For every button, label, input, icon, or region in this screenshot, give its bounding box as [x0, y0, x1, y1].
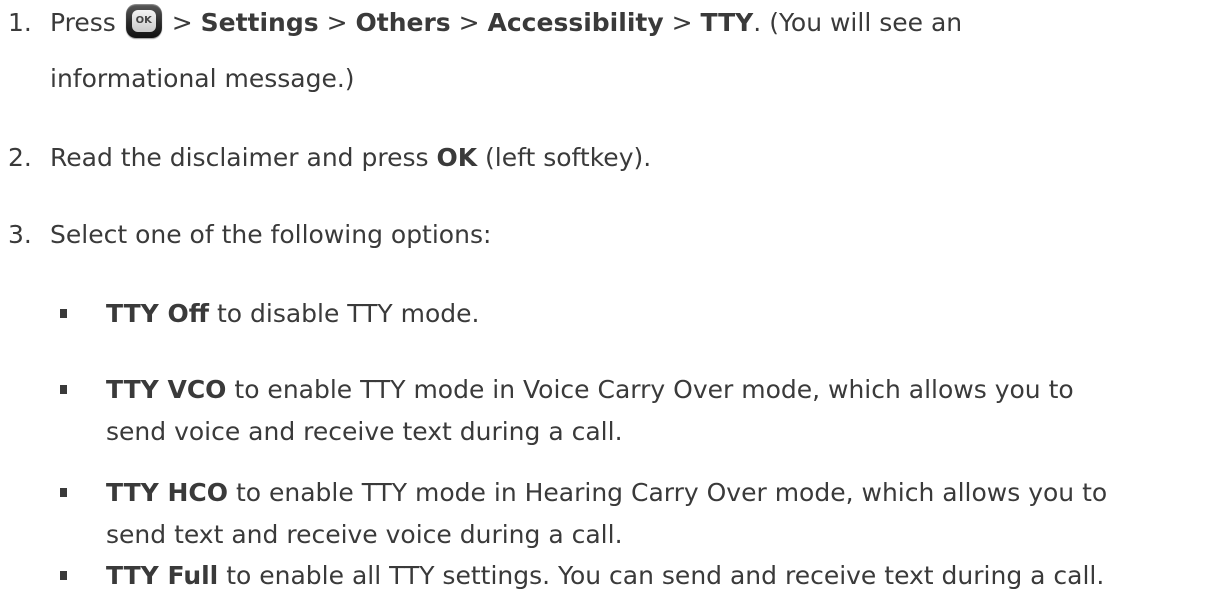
press-word: Press [50, 8, 116, 37]
bullet-icon [60, 571, 67, 580]
menu-settings: Settings [200, 8, 319, 37]
step-2-text-after: (left softkey). [485, 143, 652, 172]
step-number: 1. [8, 8, 32, 37]
option-description: to enable TTY mode in Voice Carry Over m… [234, 375, 1074, 404]
option-description-continued: send text and receive voice during a cal… [106, 520, 623, 549]
step-number: 2. [8, 143, 32, 172]
menu-tty: TTY [700, 8, 754, 37]
path-separator: > [326, 8, 348, 37]
bullet-icon [60, 385, 67, 394]
path-separator: > [171, 8, 193, 37]
bullet-icon [60, 309, 67, 318]
step-text: Read the disclaimer and press OK (left s… [50, 135, 1200, 181]
ok-key-label: OK [131, 10, 156, 32]
option-text: TTY Off to disable TTY mode. [106, 291, 1200, 337]
step-1-continued: informational message.) [50, 64, 355, 93]
option-description-continued: send voice and receive text during a cal… [106, 417, 623, 446]
ok-key-icon: OK [125, 4, 162, 38]
option-text: TTY Full to enable all TTY settings. You… [106, 553, 1200, 599]
ok-softkey-label: OK [436, 143, 478, 172]
option-label: TTY HCO [106, 478, 229, 507]
path-separator: > [671, 8, 693, 37]
option-description: to enable all TTY settings. You can send… [226, 561, 1105, 590]
option-description: to disable TTY mode. [216, 299, 480, 328]
option-label: TTY VCO [106, 375, 227, 404]
option-label: TTY Off [106, 299, 209, 328]
step-1-trailing-text: . (You will see an [753, 8, 963, 37]
option-text: TTY HCO to enable TTY mode in Hearing Ca… [106, 470, 1200, 558]
bullet-icon [60, 488, 67, 497]
option-description: to enable TTY mode in Hearing Carry Over… [235, 478, 1108, 507]
step-number: 3. [8, 220, 32, 249]
menu-accessibility: Accessibility [487, 8, 664, 37]
step-text: Press OK > Settings > Others > Accessibi… [50, 0, 1200, 102]
step-text: Select one of the following options: [50, 220, 492, 249]
option-text: TTY VCO to enable TTY mode in Voice Carr… [106, 367, 1200, 455]
option-label: TTY Full [106, 561, 219, 590]
menu-others: Others [355, 8, 451, 37]
step-2-text-before: Read the disclaimer and press [50, 143, 429, 172]
path-separator: > [458, 8, 480, 37]
